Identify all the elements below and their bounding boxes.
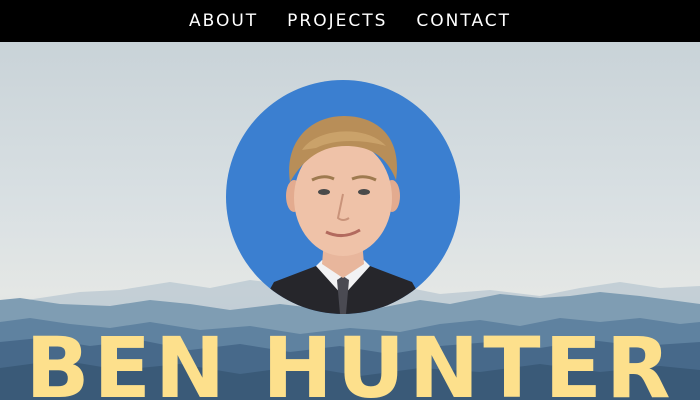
profile-avatar <box>226 80 460 314</box>
nav-link-projects[interactable]: PROJECTS <box>287 11 387 31</box>
hero-name-heading: BEN HUNTER <box>25 319 675 400</box>
page: ABOUT PROJECTS CONTACT BEN HUNTER <box>0 0 700 400</box>
nav-link-about[interactable]: ABOUT <box>189 11 258 31</box>
top-navbar: ABOUT PROJECTS CONTACT <box>0 0 700 42</box>
nav-link-contact[interactable]: CONTACT <box>416 11 511 31</box>
